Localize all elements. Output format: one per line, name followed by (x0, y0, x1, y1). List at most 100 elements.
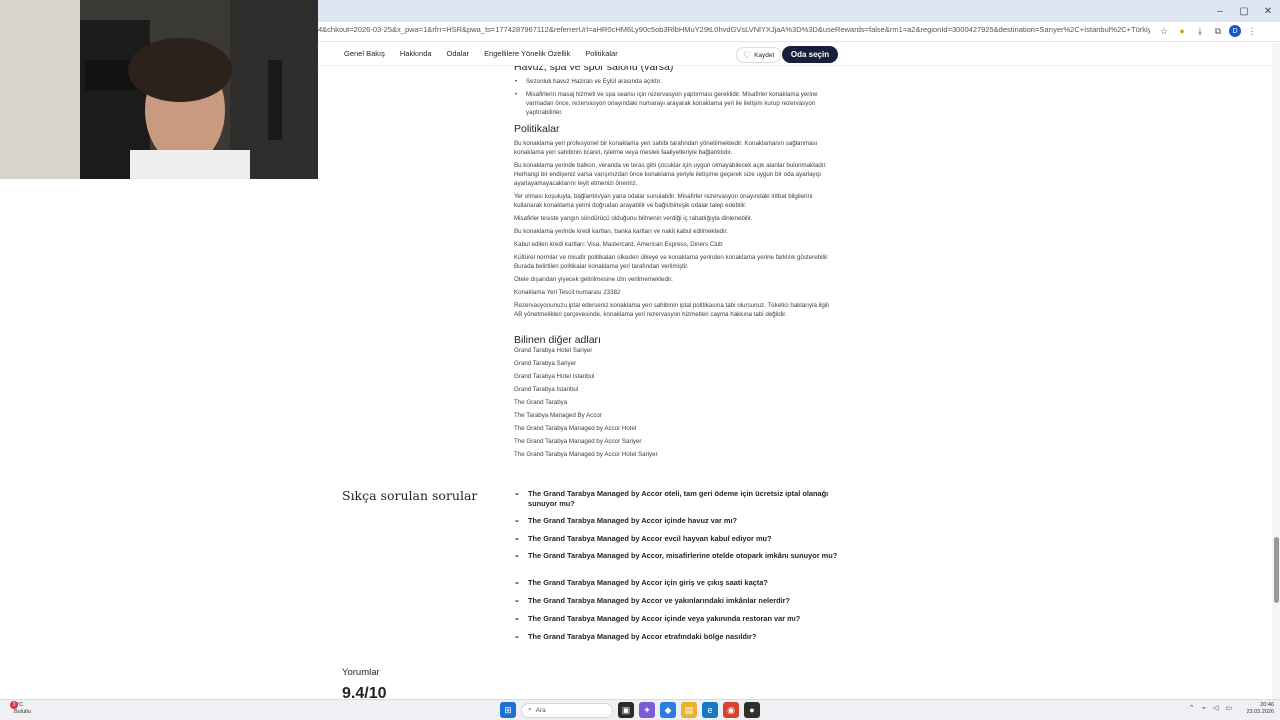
faq-title: Sıkça sorulan sorular (342, 488, 478, 503)
scrollbar-thumb[interactable] (1274, 537, 1279, 603)
policy-paragraph: Bu konaklama yeri profesyonel bir konakl… (514, 140, 818, 156)
policy-paragraph: Kültürel normlar ve misafir politikaları… (514, 254, 829, 270)
policy-paragraph: Yer olması koşuluyla, bağlantılı/yan yan… (514, 193, 813, 209)
menu-icon[interactable]: ⋮ (1245, 24, 1259, 38)
review-score: 9,4/10 (342, 685, 387, 698)
heart-icon: ♡ (743, 49, 752, 60)
faq-question-text: The Grand Tarabya Managed by Accor ve ya… (528, 596, 791, 605)
policy-paragraph: Misafirler tesiste yangın söndürücü oldu… (514, 215, 753, 222)
alt-name-item: The Grand Tarabya Managed by Accor Sariy… (514, 438, 642, 445)
chevron-down-icon: ⌄ (514, 552, 520, 559)
faq-question[interactable]: ⌄ The Grand Tarabya Managed by Accor ve y… (514, 596, 844, 606)
taskbar-apps: ⊞ ⌕ Ara ▣ ✦ ◆ ▤ e ◉ ● (500, 702, 760, 718)
browser-toolbar-icons: ☆ ● ⤓ ⧉ D ⋮ (1157, 24, 1259, 38)
chevron-down-icon: ⌄ (514, 517, 520, 524)
edge-icon[interactable]: e (702, 702, 718, 718)
nav-link-overview[interactable]: Genel Bakış (344, 49, 385, 58)
download-icon[interactable]: ⤓ (1193, 24, 1207, 38)
store-icon[interactable]: ◆ (660, 702, 676, 718)
alt-name-item: The Tarabya Managed By Accor (514, 412, 602, 419)
faq-question-text: The Grand Tarabya Managed by Accor evcil… (528, 534, 772, 543)
faq-question[interactable]: ⌄ The Grand Tarabya Managed by Accor için… (514, 516, 844, 526)
policy-paragraph: Bu konaklama yerinde kredi kartları, ban… (514, 228, 728, 235)
webcam-overlay (0, 0, 318, 179)
star-icon[interactable]: ☆ (1157, 24, 1171, 38)
policies-title: Politikalar (514, 123, 560, 135)
obs-icon[interactable]: ● (744, 702, 760, 718)
chevron-down-icon: ⌄ (514, 535, 520, 542)
faq-question[interactable]: ⌄ The Grand Tarabya Managed by Accor otel… (514, 489, 844, 509)
close-icon[interactable]: ✕ (1256, 0, 1280, 22)
faq-question[interactable]: ⌄ The Grand Tarabya Managed by Accor evci… (514, 534, 844, 544)
url-text[interactable]: 4&chkout=2026-03-25&x_pwa=1&rfrr=HSR&pwa… (318, 25, 1150, 34)
policy-paragraph: Konaklama Yeri Tescil numarası 23382 (514, 289, 621, 296)
network-icon[interactable]: ⌁ (1202, 704, 1206, 712)
task-view-icon[interactable]: ▣ (618, 702, 634, 718)
nav-link-about[interactable]: Hakkında (400, 49, 432, 58)
alt-name-item: The Grand Tarabya Managed by Accor Hotel (514, 425, 637, 432)
faq-question-text: The Grand Tarabya Managed by Accor oteli… (528, 489, 829, 508)
reviews-title: Yorumlar (342, 667, 380, 678)
alt-name-item: Grand Tarabya Hotel Sariyer (514, 347, 593, 354)
taskbar-search[interactable]: ⌕ Ara (521, 702, 613, 718)
policy-paragraph: Rezervasyonunuzu iptal ederseniz konakla… (514, 302, 829, 318)
faq-question-text: The Grand Tarabya Managed by Accor içind… (528, 614, 801, 623)
faq-question[interactable]: ⌄ The Grand Tarabya Managed by Accor etra… (514, 632, 844, 642)
pool-bullet: Sezonluk havuz Haziran ve Eylül arasında… (515, 77, 826, 86)
chevron-down-icon: ⌄ (514, 615, 520, 622)
windows-taskbar: 3 9°C Bulutlu ⊞ ⌕ Ara ▣ ✦ ◆ ▤ e ◉ ● ⌃ ⌁ … (0, 699, 1280, 720)
profile-avatar[interactable]: D (1229, 25, 1241, 37)
other-names-title: Bilinen diğer adları (514, 334, 601, 346)
chevron-down-icon: ⌄ (514, 597, 520, 604)
clock-time: 20:46 (1260, 702, 1274, 708)
faq-question[interactable]: ⌄ The Grand Tarabya Managed by Accor, mis… (514, 551, 844, 561)
volume-icon[interactable]: ◁ (1213, 704, 1218, 712)
alt-name-item: Grand Tarabya Hotel Istanbul (514, 373, 595, 380)
search-icon: ⌕ (528, 706, 532, 713)
alt-name-item: The Grand Tarabya Managed by Accor Hotel… (514, 451, 658, 458)
alt-name-item: Grand Tarabya Sariyer (514, 360, 577, 367)
taskbar-search-placeholder: Ara (535, 706, 546, 714)
cast-icon[interactable]: ⧉ (1211, 24, 1225, 38)
faq-question-text: The Grand Tarabya Managed by Accor etraf… (528, 632, 757, 641)
clock-date: 23.03.2026 (1246, 709, 1274, 715)
chevron-down-icon: ⌄ (514, 579, 520, 586)
nav-link-policies[interactable]: Politikalar (585, 49, 618, 58)
faq-question-text: The Grand Tarabya Managed by Accor, misa… (528, 551, 838, 560)
faq-question-text: The Grand Tarabya Managed by Accor için … (528, 578, 768, 587)
weather-badge: 3 (10, 701, 18, 709)
minimize-icon[interactable]: – (1208, 0, 1232, 22)
window-controls: – ▢ ✕ (1208, 0, 1280, 22)
faq-question[interactable]: ⌄ The Grand Tarabya Managed by Accor için… (514, 578, 844, 588)
copilot-icon[interactable]: ✦ (639, 702, 655, 718)
save-button[interactable]: ♡ Kaydet (736, 47, 782, 63)
policy-paragraph: Kabul edilen kredi kartları: Visa, Maste… (514, 241, 723, 248)
faq-question[interactable]: ⌄ The Grand Tarabya Managed by Accor için… (514, 614, 844, 624)
nav-link-rooms[interactable]: Odalar (447, 49, 470, 58)
chevron-down-icon: ⌄ (514, 490, 520, 497)
policy-paragraph: Bu konaklama yerinde balkon, veranda ve … (514, 162, 827, 187)
battery-icon[interactable]: ▭ (1225, 704, 1232, 712)
alt-name-item: The Grand Tarabya (514, 399, 568, 406)
save-button-label: Kaydet (754, 51, 775, 59)
alt-name-item: Grand Tarabya Istanbul (514, 386, 579, 393)
nav-links: Genel Bakış Hakkında Odalar Engellilere … (344, 49, 618, 58)
pool-bullet: Misafirlerin masaj hizmeti ve spa seansı… (515, 90, 826, 117)
system-tray: ⌃ ⌁ ◁ ▭ (1189, 704, 1232, 712)
page-scrollbar[interactable] (1272, 43, 1280, 699)
weather-desc: Bulutlu (14, 709, 31, 715)
webcam-feed-image (0, 0, 318, 179)
nav-link-accessibility[interactable]: Engellilere Yönelik Özellik (484, 49, 570, 58)
chevron-down-icon: ⌄ (514, 633, 520, 640)
weather-widget[interactable]: 3 9°C Bulutlu (10, 701, 31, 716)
chrome-icon[interactable]: ◉ (723, 702, 739, 718)
maximize-icon[interactable]: ▢ (1232, 0, 1256, 22)
windows-start-icon[interactable]: ⊞ (500, 702, 516, 718)
extension-icon[interactable]: ● (1175, 24, 1189, 38)
taskbar-clock[interactable]: 20:46 23.03.2026 (1246, 702, 1274, 716)
select-room-button[interactable]: Oda seçin (782, 46, 838, 63)
chevron-up-icon[interactable]: ⌃ (1189, 704, 1195, 712)
policy-paragraph: Otele dışarıdan yiyecek getirilmesine iz… (514, 276, 673, 283)
faq-question-text: The Grand Tarabya Managed by Accor içind… (528, 516, 738, 525)
file-explorer-icon[interactable]: ▤ (681, 702, 697, 718)
